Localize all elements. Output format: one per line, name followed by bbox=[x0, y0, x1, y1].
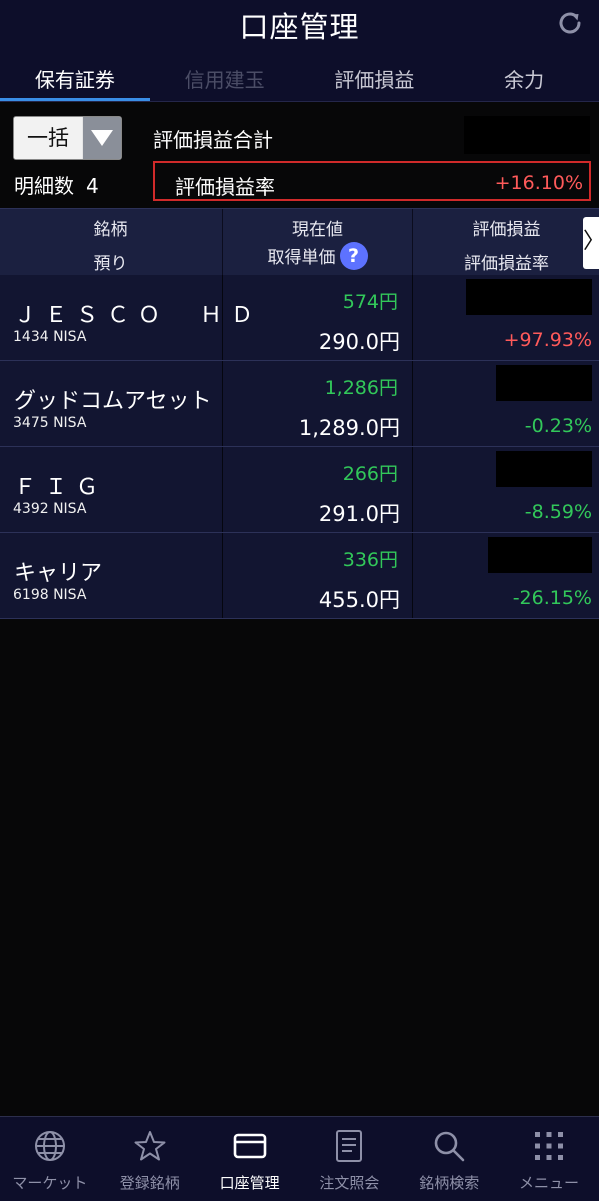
table-row[interactable]: キャリア 6198 NISA 336円 455.0円 -26.15% bbox=[0, 533, 599, 619]
acquisition-price: 290.0円 bbox=[318, 330, 400, 354]
pl-rate: +97.93% bbox=[503, 329, 592, 351]
account-select-value: 一括 bbox=[14, 117, 82, 159]
col-header-name-label: 銘柄 bbox=[93, 220, 128, 240]
tab-bar: 保有証券 信用建玉 評価損益 余力 bbox=[0, 52, 599, 102]
table-row[interactable]: ＦＩＧ 4392 NISA 266円 291.0円 -8.59% bbox=[0, 447, 599, 533]
current-price: 266円 bbox=[342, 463, 398, 485]
stock-name: キャリア bbox=[14, 561, 103, 586]
col-header-name: 銘柄 預り bbox=[0, 209, 221, 275]
stock-code-account: 3475 NISA bbox=[13, 415, 87, 431]
grid-icon bbox=[535, 1132, 564, 1160]
detail-count-value: 4 bbox=[86, 174, 99, 198]
stock-code-account: 6198 NISA bbox=[13, 587, 87, 603]
app-header: 口座管理 bbox=[0, 0, 599, 52]
pl-rate-label: 評価損益率 bbox=[175, 175, 275, 199]
pl-rate: -26.15% bbox=[512, 587, 592, 609]
tab-valuation[interactable]: 評価損益 bbox=[300, 52, 450, 102]
total-pl-label: 評価損益合計 bbox=[153, 128, 273, 152]
document-icon bbox=[336, 1130, 363, 1162]
help-icon[interactable]: ? bbox=[339, 242, 368, 270]
stock-name: グッドコムアセット bbox=[14, 389, 212, 414]
tab-margin-positions[interactable]: 信用建玉 bbox=[150, 52, 300, 102]
col-header-price-label: 現在値 bbox=[292, 220, 343, 240]
pl-value-redacted bbox=[496, 451, 592, 487]
stock-name: ＦＩＧ bbox=[14, 475, 108, 500]
col-header-price: 現在値 取得単価? bbox=[222, 209, 412, 275]
nav-watchlist[interactable]: 登録銘柄 bbox=[100, 1117, 200, 1201]
dropdown-button[interactable] bbox=[83, 117, 121, 159]
col-header-pl-label: 評価損益 bbox=[472, 220, 541, 240]
chevron-right-icon[interactable]: 〉 bbox=[583, 217, 599, 269]
refresh-icon[interactable] bbox=[555, 8, 585, 38]
col-header-account-label: 預り bbox=[93, 254, 128, 274]
acquisition-price: 1,289.0円 bbox=[298, 416, 400, 440]
account-select[interactable]: 一括 bbox=[13, 116, 122, 160]
pl-rate-value: +16.10% bbox=[494, 172, 583, 194]
current-price: 574円 bbox=[342, 291, 398, 313]
page-title: 口座管理 bbox=[239, 10, 360, 44]
pl-value-redacted bbox=[466, 279, 592, 315]
stock-code-account: 4392 NISA bbox=[13, 501, 87, 517]
table-row[interactable]: ＪＥＳＣＯ ＨＤ 1434 NISA 574円 290.0円 +97.93% bbox=[0, 275, 599, 361]
col-header-pl-rate-label: 評価損益率 bbox=[464, 254, 549, 274]
table-header: 銘柄 預り 現在値 取得単価? 評価損益 評価損益率 bbox=[0, 208, 599, 276]
nav-menu[interactable]: メニュー bbox=[499, 1117, 599, 1201]
acquisition-price: 291.0円 bbox=[318, 502, 400, 526]
pl-rate: -0.23% bbox=[524, 415, 592, 437]
tab-holdings[interactable]: 保有証券 bbox=[0, 52, 150, 102]
nav-market-label: マーケット bbox=[12, 1174, 88, 1192]
bottom-nav: マーケット 登録銘柄 口座管理 注文照会 銘柄検索 メニュー bbox=[0, 1116, 599, 1201]
nav-watchlist-label: 登録銘柄 bbox=[119, 1174, 180, 1192]
triangle-down-icon bbox=[91, 130, 113, 146]
search-icon bbox=[434, 1131, 465, 1162]
summary-panel: 一括 評価損益合計 明細数 4 評価損益率 +16.10% bbox=[0, 102, 599, 208]
pl-value-redacted bbox=[488, 537, 592, 573]
stock-code-account: 1434 NISA bbox=[13, 329, 87, 345]
pl-rate-box: 評価損益率 +16.10% bbox=[153, 161, 591, 201]
col-header-cost-label: 取得単価 bbox=[267, 248, 336, 268]
col-header-pl: 評価損益 評価損益率 bbox=[412, 209, 599, 275]
pl-rate: -8.59% bbox=[524, 501, 592, 523]
star-icon bbox=[134, 1131, 166, 1161]
current-price: 1,286円 bbox=[324, 377, 398, 399]
tab-buying-power[interactable]: 余力 bbox=[449, 52, 599, 102]
detail-count-label: 明細数 bbox=[14, 174, 74, 198]
current-price: 336円 bbox=[342, 549, 398, 571]
nav-search-label: 銘柄検索 bbox=[419, 1174, 480, 1192]
acquisition-price: 455.0円 bbox=[318, 588, 400, 612]
holdings-list: ＪＥＳＣＯ ＨＤ 1434 NISA 574円 290.0円 +97.93% グ… bbox=[0, 275, 599, 619]
detail-count: 明細数 4 bbox=[14, 170, 99, 199]
nav-search[interactable]: 銘柄検索 bbox=[399, 1117, 499, 1201]
pl-value-redacted bbox=[496, 365, 592, 401]
nav-orders-label: 注文照会 bbox=[319, 1174, 380, 1192]
nav-account-label: 口座管理 bbox=[219, 1174, 280, 1192]
nav-orders[interactable]: 注文照会 bbox=[299, 1117, 399, 1201]
nav-market[interactable]: マーケット bbox=[0, 1117, 100, 1201]
nav-account[interactable]: 口座管理 bbox=[200, 1117, 300, 1201]
table-row[interactable]: グッドコムアセット 3475 NISA 1,286円 1,289.0円 -0.2… bbox=[0, 361, 599, 447]
total-pl-value-redacted bbox=[464, 116, 590, 154]
globe-icon bbox=[34, 1131, 65, 1161]
card-icon bbox=[233, 1133, 266, 1159]
nav-menu-label: メニュー bbox=[519, 1174, 580, 1192]
